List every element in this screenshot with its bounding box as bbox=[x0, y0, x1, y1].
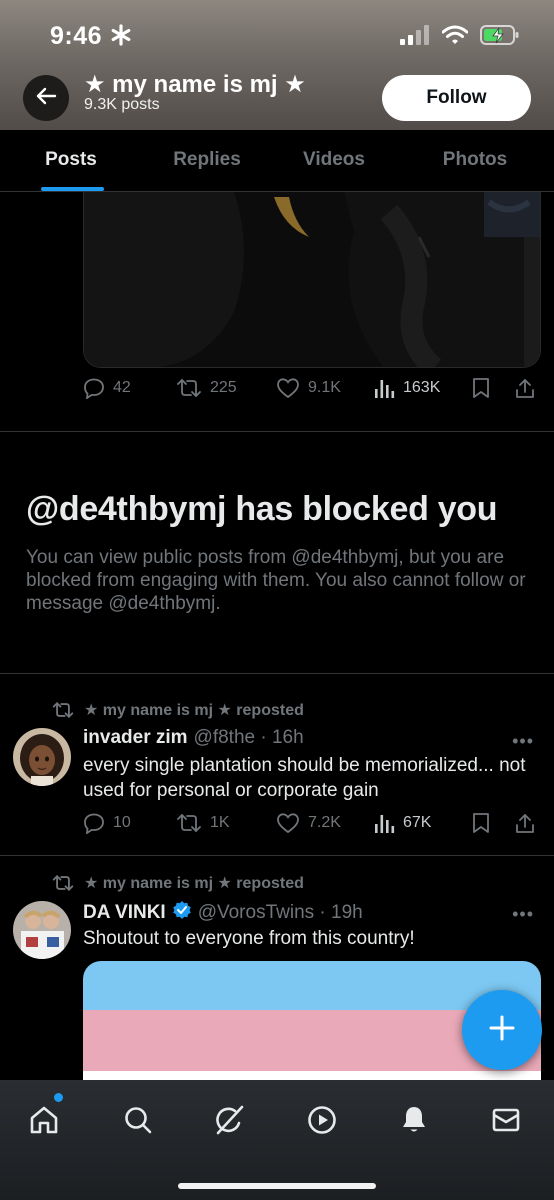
repost-indicator: ★ my name is mj ★ reposted bbox=[52, 700, 304, 720]
post-count: 9.3K posts bbox=[84, 96, 160, 113]
views-icon bbox=[375, 380, 395, 398]
divider bbox=[0, 431, 554, 432]
author-name[interactable]: DA VINKI bbox=[83, 902, 166, 924]
share-icon bbox=[516, 379, 534, 398]
views-icon bbox=[375, 815, 395, 833]
reply-count: 10 bbox=[113, 814, 131, 831]
tab-photos[interactable]: Photos bbox=[443, 149, 507, 171]
share-button[interactable] bbox=[515, 377, 535, 399]
like-count: 9.1K bbox=[308, 379, 341, 396]
post-text: every single plantation should be memori… bbox=[83, 755, 526, 801]
nav-grok[interactable] bbox=[210, 1100, 250, 1140]
status-bar: 9:46 bbox=[0, 0, 554, 70]
back-button[interactable] bbox=[23, 75, 69, 121]
blocked-notice-title: @de4thbymj has blocked you bbox=[26, 490, 498, 528]
divider bbox=[0, 855, 554, 856]
like-count: 7.2K bbox=[308, 814, 341, 831]
repost-button[interactable]: 225 bbox=[176, 377, 237, 399]
nav-messages[interactable] bbox=[486, 1100, 526, 1140]
tab-videos[interactable]: Videos bbox=[303, 149, 365, 171]
bottom-navigation bbox=[0, 1080, 554, 1200]
profile-header: 9:46 ★ my name is mj ★ 9.3K posts Follow bbox=[0, 0, 554, 130]
post-header: invader zim @f8the · 16h bbox=[83, 727, 304, 749]
grok-icon bbox=[216, 1105, 244, 1135]
asterisk-icon bbox=[110, 24, 132, 51]
avatar[interactable] bbox=[13, 728, 71, 786]
video-icon bbox=[308, 1106, 336, 1134]
follow-button[interactable]: Follow bbox=[382, 75, 531, 121]
view-count: 163K bbox=[403, 379, 441, 396]
more-options-icon[interactable]: ••• bbox=[512, 904, 534, 925]
messages-icon bbox=[492, 1108, 520, 1132]
reply-button[interactable]: 42 bbox=[83, 377, 131, 399]
repost-button[interactable]: 1K bbox=[176, 812, 230, 834]
tab-posts[interactable]: Posts bbox=[45, 149, 97, 171]
reply-icon bbox=[84, 378, 104, 399]
like-button[interactable]: 9.1K bbox=[276, 377, 341, 399]
views-button[interactable]: 163K bbox=[375, 377, 440, 399]
repost-icon bbox=[177, 814, 201, 832]
reply-icon bbox=[84, 813, 104, 834]
notification-dot bbox=[54, 1093, 63, 1102]
divider bbox=[0, 673, 554, 674]
nav-home[interactable] bbox=[24, 1100, 64, 1140]
post-media-image[interactable] bbox=[83, 192, 541, 368]
repost-icon bbox=[52, 702, 74, 718]
more-options-icon[interactable]: ••• bbox=[512, 731, 534, 752]
nav-video[interactable] bbox=[302, 1100, 342, 1140]
reply-count: 42 bbox=[113, 379, 131, 396]
bookmark-icon bbox=[473, 813, 489, 833]
post-actions: 10 1K 7.2K 67K bbox=[83, 812, 541, 842]
bookmark-icon bbox=[473, 378, 489, 398]
blocked-notice-body: You can view public posts from @de4thbym… bbox=[26, 547, 526, 614]
nav-search[interactable] bbox=[118, 1100, 158, 1140]
home-indicator[interactable] bbox=[178, 1183, 376, 1189]
bookmark-button[interactable] bbox=[472, 377, 490, 399]
profile-name: ★ my name is mj ★ bbox=[84, 71, 306, 98]
view-count: 67K bbox=[403, 814, 432, 831]
heart-icon bbox=[277, 378, 299, 399]
author-name[interactable]: invader zim bbox=[83, 727, 188, 749]
signal-icon bbox=[400, 25, 430, 50]
repost-count: 225 bbox=[210, 379, 237, 396]
share-button[interactable] bbox=[515, 812, 535, 834]
wifi-icon bbox=[441, 25, 469, 50]
repost-label: ★ my name is mj ★ reposted bbox=[84, 875, 304, 892]
post-header: DA VINKI @VorosTwins · 19h bbox=[83, 900, 363, 926]
repost-icon bbox=[177, 379, 201, 397]
like-button[interactable]: 7.2K bbox=[276, 812, 341, 834]
bookmark-button[interactable] bbox=[472, 812, 490, 834]
arrow-left-icon bbox=[35, 86, 57, 111]
repost-count: 1K bbox=[210, 814, 230, 831]
status-icons bbox=[400, 24, 520, 51]
plus-icon bbox=[488, 1014, 516, 1047]
compose-button[interactable] bbox=[462, 990, 542, 1070]
views-button[interactable]: 67K bbox=[375, 812, 431, 834]
battery-icon bbox=[480, 24, 520, 51]
status-time: 9:46 bbox=[50, 22, 103, 50]
home-icon bbox=[30, 1106, 58, 1134]
heart-icon bbox=[277, 813, 299, 834]
repost-label: ★ my name is mj ★ reposted bbox=[84, 702, 304, 719]
post-actions: 42 225 9.1K 163K bbox=[83, 377, 541, 407]
share-icon bbox=[516, 814, 534, 833]
notifications-icon bbox=[403, 1107, 425, 1132]
profile-tabs: Posts Replies Videos Photos bbox=[0, 130, 554, 192]
avatar[interactable] bbox=[13, 901, 71, 959]
author-handle[interactable]: @VorosTwins · 19h bbox=[198, 902, 363, 924]
repost-icon bbox=[52, 875, 74, 891]
tab-replies[interactable]: Replies bbox=[173, 149, 241, 171]
active-tab-indicator bbox=[41, 187, 104, 191]
search-icon bbox=[125, 1107, 152, 1134]
verified-badge-icon bbox=[172, 900, 192, 926]
reply-button[interactable]: 10 bbox=[83, 812, 131, 834]
author-handle[interactable]: @f8the · 16h bbox=[194, 727, 304, 749]
post-text: Shoutout to everyone from this country! bbox=[83, 928, 415, 949]
nav-notifications[interactable] bbox=[394, 1100, 434, 1140]
repost-indicator: ★ my name is mj ★ reposted bbox=[52, 873, 304, 893]
